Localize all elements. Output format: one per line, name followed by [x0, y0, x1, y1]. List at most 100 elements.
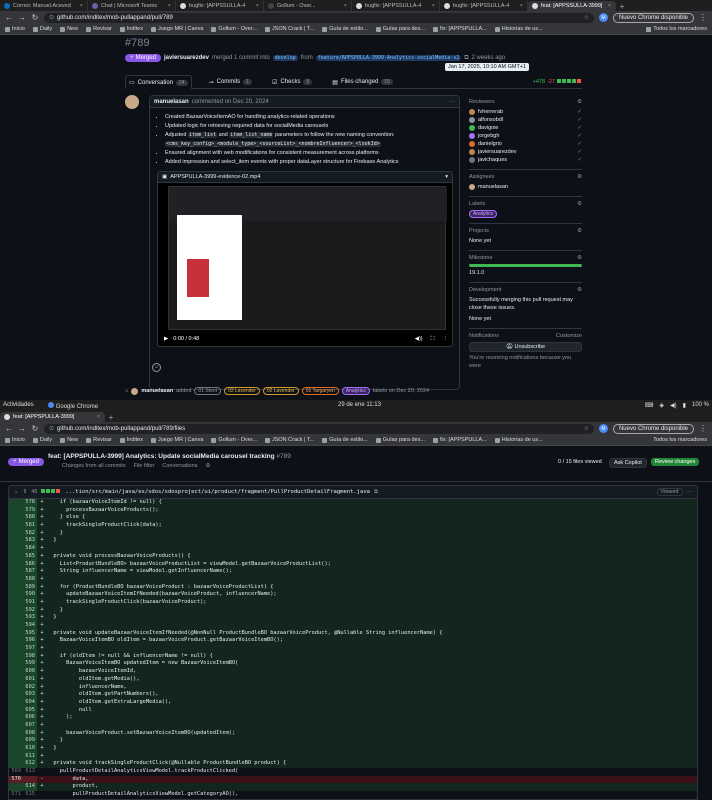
old-line-number[interactable] — [9, 629, 23, 638]
new-line-number[interactable]: 595 — [23, 629, 37, 638]
menu-icon[interactable]: ⋮ — [699, 13, 707, 22]
browser-tab-active[interactable]: feat: [APPSPULLA-3999] × — [0, 412, 105, 422]
diff-line[interactable]: 570 - data, — [9, 775, 697, 784]
new-line-number[interactable]: 587 — [23, 568, 37, 576]
new-line-number[interactable]: 600 — [23, 668, 37, 676]
old-line-number[interactable] — [9, 645, 23, 653]
new-line-number[interactable]: 596 — [23, 637, 37, 646]
bookmark-item[interactable]: JSON Crack | T... — [264, 26, 314, 32]
diff-line[interactable]: 594 + — [9, 622, 697, 630]
diff-line[interactable]: 605 + null — [9, 706, 697, 715]
new-line-number[interactable]: 605 — [23, 706, 37, 715]
diff-line[interactable]: 592 + } — [9, 606, 697, 615]
close-icon[interactable]: × — [256, 3, 259, 9]
chrome-update-button[interactable]: Nuevo Chrome disponible — [612, 12, 694, 23]
back-icon[interactable]: ← — [5, 424, 13, 433]
base-branch[interactable]: develop — [272, 55, 298, 61]
diff-line[interactable]: 599 + BazaarVoiceItemBO updatedItem = new… — [9, 660, 697, 669]
diff-line[interactable]: 597 + — [9, 645, 697, 653]
browser-tab[interactable]: Chat | Microsoft Teams × — [88, 1, 176, 11]
gear-icon[interactable]: ⚙ — [577, 174, 582, 180]
new-line-number[interactable]: 591 — [23, 598, 37, 607]
diff-line[interactable]: 601 + oldItem.getMedia(), — [9, 675, 697, 684]
pr-author-link[interactable]: javiersuarezdev — [164, 55, 209, 61]
label-chip[interactable]: 01 Targaryen — [301, 387, 339, 395]
conversations-dropdown[interactable]: Conversations — [162, 463, 197, 469]
bookmark-item[interactable]: Inicio — [5, 26, 25, 32]
old-line-number[interactable] — [9, 591, 23, 599]
old-line-number[interactable] — [9, 606, 23, 615]
old-line-number[interactable] — [9, 737, 23, 745]
gear-icon[interactable]: ⚙ — [577, 287, 582, 293]
review-changes-button[interactable]: Review changes — [651, 458, 700, 466]
reviewer-item[interactable]: javiersuarezdev ✓ — [469, 148, 582, 156]
close-icon[interactable]: × — [432, 3, 435, 9]
browser-tab[interactable]: bugfix: [APPSSULLA-4 × — [352, 1, 440, 11]
diff-line[interactable]: 582 + } — [9, 529, 697, 538]
diff-line[interactable]: 598 + if (oldItem != null && influencerNa… — [9, 652, 697, 661]
bookmark-item[interactable]: Historias de us... — [494, 26, 543, 32]
diff-line[interactable]: 584 + — [9, 545, 697, 553]
diff-line[interactable]: 586 + List<ProductBundleBO> bazaarVoicePr… — [9, 560, 697, 569]
bookmark-star-icon[interactable]: ☆ — [584, 14, 589, 21]
old-line-number[interactable] — [9, 614, 23, 622]
new-line-number[interactable]: 597 — [23, 645, 37, 653]
unsubscribe-button[interactable]: 🔕︎ Unsubscribe — [469, 342, 582, 352]
play-icon[interactable]: ▶ — [164, 335, 168, 344]
diff-line[interactable]: 608 + bazaarVoiceProduct.setBazaarVoiceIt… — [9, 729, 697, 738]
reviewer-item[interactable]: danielgrio ✓ — [469, 140, 582, 148]
address-bar[interactable]: ⊙ github.com/inditex/mob-pullappand/pull/… — [44, 423, 594, 434]
bookmark-item[interactable]: Daily — [32, 26, 52, 32]
label-chip[interactable]: 02 Lavender — [262, 387, 299, 395]
new-line-number[interactable]: 609 — [23, 737, 37, 745]
event-author[interactable]: manuelasan — [141, 388, 173, 394]
new-line-number[interactable]: 586 — [23, 560, 37, 569]
new-line-number[interactable]: 592 — [23, 606, 37, 615]
diff-line[interactable]: 590 + updateBazaarVoiceItemIfNeeded(bazaa… — [9, 591, 697, 599]
old-line-number[interactable] — [9, 745, 23, 753]
bookmark-item[interactable]: Juego MR | Canva — [150, 437, 203, 443]
chrome-update-button[interactable]: Nuevo Chrome disponible — [612, 423, 694, 434]
clock[interactable]: 29 de ene 11:13 — [338, 402, 381, 408]
new-line-number[interactable]: 613 — [23, 768, 37, 776]
customize-link[interactable]: Customize — [556, 333, 582, 339]
new-line-number[interactable]: 582 — [23, 529, 37, 538]
new-tab-button[interactable]: + — [105, 413, 117, 422]
diff-line[interactable]: 612 + private void trackSingleProductClic… — [9, 760, 697, 769]
diff-line[interactable]: 596 + BazaarVoiceItemBO oldItem = bazaarV… — [9, 637, 697, 646]
old-line-number[interactable] — [9, 729, 23, 738]
diff-line[interactable]: 589 + for (ProductBundleBO bazaarVoicePro… — [9, 583, 697, 592]
new-line-number[interactable]: 602 — [23, 683, 37, 692]
comment-author[interactable]: manuelasan — [154, 99, 189, 105]
viewed-checkbox[interactable]: Viewed — [656, 488, 683, 496]
file-path[interactable]: ...tion/src/main/java/es/sdos/sdosprojec… — [65, 489, 370, 495]
bookmark-item[interactable]: Guías para des... — [375, 26, 425, 32]
tab-conversation[interactable]: ▭ Conversation 24 — [125, 75, 192, 89]
new-line-number[interactable] — [23, 775, 37, 784]
old-line-number[interactable] — [9, 522, 23, 530]
diff-line[interactable]: 583 + } — [9, 537, 697, 546]
more-icon[interactable]: ⋮ — [443, 335, 449, 344]
new-line-number[interactable]: 610 — [23, 745, 37, 753]
network-icon[interactable]: ◈ — [659, 402, 664, 409]
site-info-icon[interactable]: ⊙ — [49, 425, 54, 432]
forward-icon[interactable]: → — [18, 13, 26, 22]
new-line-number[interactable]: 584 — [23, 545, 37, 553]
old-line-number[interactable] — [9, 514, 23, 523]
diff-line[interactable]: 579 + processBazaarVoiceProducts(); — [9, 506, 697, 515]
tab-checks[interactable]: ☑ Checks 6 — [269, 75, 315, 89]
keyboard-icon[interactable]: ⌨ — [645, 402, 654, 409]
old-line-number[interactable] — [9, 706, 23, 715]
browser-tab[interactable]: Gollum - Over... × — [264, 1, 352, 11]
diff-line[interactable]: 593 + } — [9, 614, 697, 622]
all-bookmarks[interactable]: Todos los marcadores — [646, 26, 707, 32]
avatar[interactable] — [125, 95, 139, 109]
new-line-number[interactable]: 589 — [23, 583, 37, 592]
new-line-number[interactable]: 615 — [23, 791, 37, 799]
new-line-number[interactable]: 588 — [23, 575, 37, 584]
new-line-number[interactable]: 612 — [23, 760, 37, 769]
old-line-number[interactable] — [9, 598, 23, 607]
label-chip[interactable]: Analytics — [469, 210, 498, 218]
new-line-number[interactable]: 590 — [23, 591, 37, 599]
old-line-number[interactable]: 571 — [9, 791, 23, 799]
